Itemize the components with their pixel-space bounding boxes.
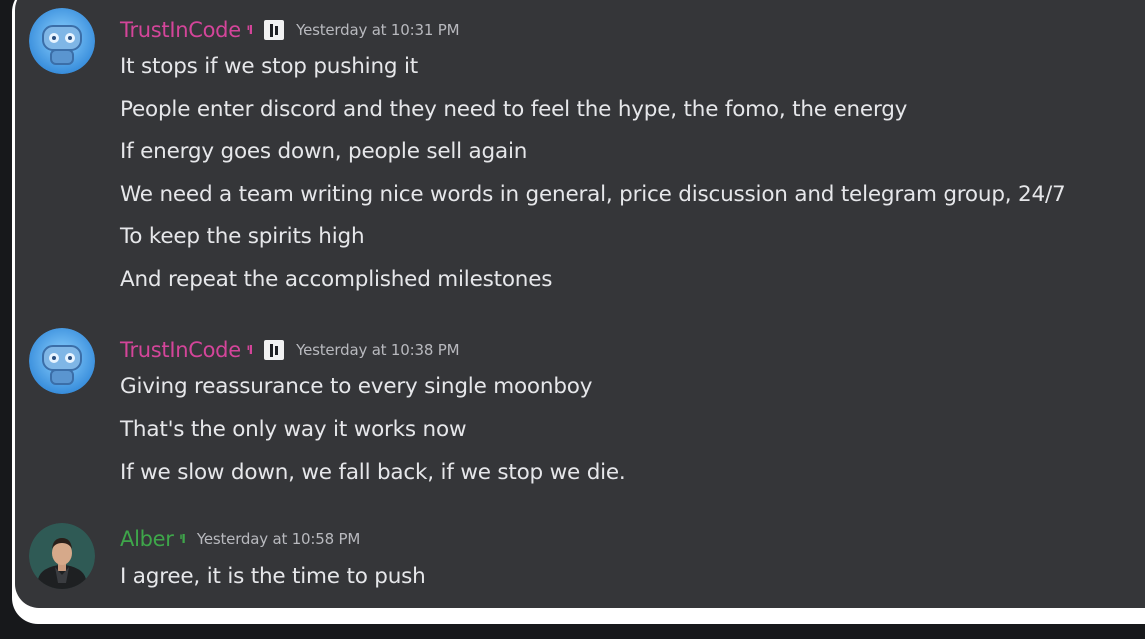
timestamp: Yesterday at 10:38 PM: [296, 341, 460, 359]
username[interactable]: Alber: [120, 527, 174, 551]
message-line: If energy goes down, people sell again: [120, 139, 528, 164]
message-line: If we slow down, we fall back, if we sto…: [120, 460, 626, 485]
message-line: That's the only way it works now: [120, 417, 467, 442]
user-photo-avatar-icon: [29, 523, 95, 589]
username[interactable]: TrustInCode: [120, 18, 241, 42]
message-line: Giving reassurance to every single moonb…: [120, 374, 593, 399]
message-line: We need a team writing nice words in gen…: [120, 182, 1066, 207]
role-icon: ᴵI: [246, 343, 253, 357]
message-line: And repeat the accomplished milestones: [120, 267, 553, 292]
message-line: I agree, it is the time to push: [120, 564, 426, 589]
pause-bars-badge-icon: [264, 20, 285, 40]
robot-avatar-icon: [29, 8, 95, 74]
message-line: It stops if we stop pushing it: [120, 54, 418, 79]
avatar[interactable]: [29, 523, 95, 589]
message-line: To keep the spirits high: [120, 224, 365, 249]
avatar[interactable]: [29, 328, 95, 394]
robot-avatar-icon: [29, 328, 95, 394]
username[interactable]: TrustInCode: [120, 338, 241, 362]
role-icon: ᴵI: [179, 532, 186, 546]
message-header: TrustInCode ᴵI Yesterday at 10:31 PM: [120, 15, 460, 45]
message-line: People enter discord and they need to fe…: [120, 97, 908, 122]
role-icon: ᴵI: [246, 23, 253, 37]
timestamp: Yesterday at 10:31 PM: [296, 21, 460, 39]
pause-bars-badge-icon: [264, 340, 285, 360]
message-header: Alber ᴵI Yesterday at 10:58 PM: [120, 524, 360, 554]
avatar[interactable]: [29, 8, 95, 74]
message-header: TrustInCode ᴵI Yesterday at 10:38 PM: [120, 335, 460, 365]
timestamp: Yesterday at 10:58 PM: [196, 530, 361, 548]
chat-panel: TrustInCode ᴵI Yesterday at 10:31 PM It …: [15, 0, 1145, 608]
